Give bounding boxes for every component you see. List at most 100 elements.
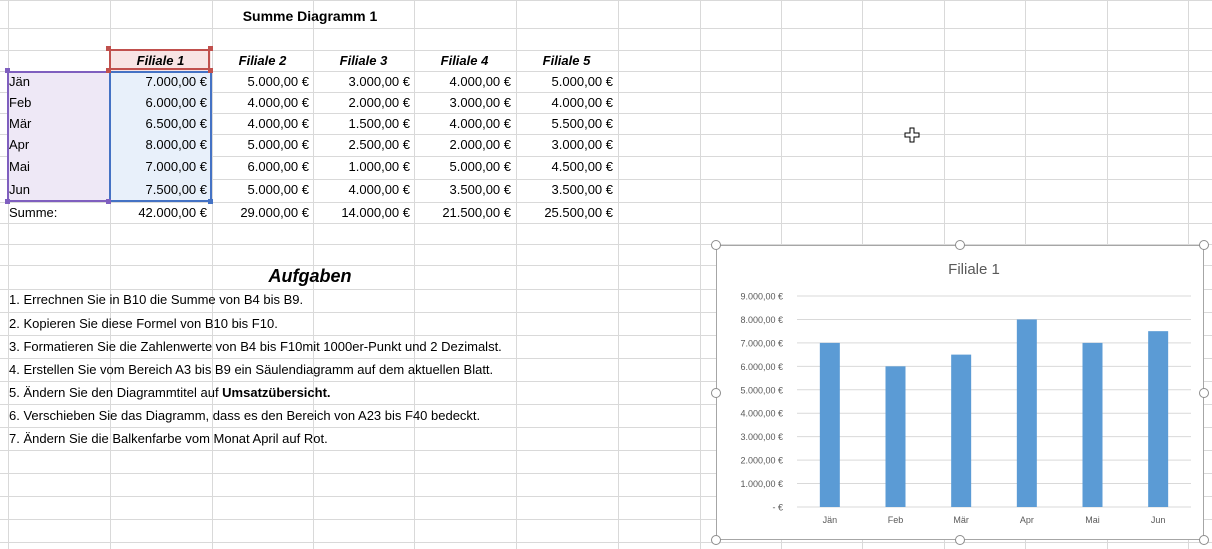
value-cell[interactable]: 2.000,00 € <box>414 135 515 155</box>
sum-value-cell[interactable]: 29.000,00 € <box>212 203 313 223</box>
grid-col-line <box>618 0 619 549</box>
grid-row-line <box>0 28 1212 29</box>
value-cell[interactable]: 3.500,00 € <box>414 180 515 200</box>
value-cell[interactable]: 1.500,00 € <box>313 114 414 134</box>
y-tick-label: 9.000,00 € <box>740 292 783 302</box>
value-cell[interactable]: 6.000,00 € <box>212 157 313 177</box>
cross-move-cursor-icon <box>904 127 920 143</box>
task-item[interactable]: 2. Kopieren Sie diese Formel von B10 bis… <box>9 314 278 334</box>
chart-resize-handle[interactable] <box>1199 388 1209 398</box>
x-tick-label: Feb <box>888 515 904 525</box>
selection-handle[interactable] <box>208 68 213 73</box>
chart-resize-handle[interactable] <box>711 388 721 398</box>
selection-handle[interactable] <box>106 68 111 73</box>
x-tick-label: Apr <box>1020 515 1034 525</box>
grid-col-line <box>700 0 701 549</box>
value-cell[interactable]: 4.000,00 € <box>313 180 414 200</box>
selection-header-border[interactable] <box>109 49 210 70</box>
column-header-cell[interactable]: Filiale 4 <box>414 51 515 71</box>
value-cell[interactable]: 4.000,00 € <box>414 72 515 92</box>
column-header-cell[interactable]: Filiale 5 <box>516 51 617 71</box>
chart-bar[interactable] <box>1082 342 1103 507</box>
chart-bar[interactable] <box>951 354 972 507</box>
selection-handle[interactable] <box>5 68 10 73</box>
chart-bar[interactable] <box>819 342 840 507</box>
y-tick-label: - € <box>772 503 783 513</box>
chart-resize-handle[interactable] <box>955 240 965 250</box>
chart-resize-handle[interactable] <box>711 240 721 250</box>
value-cell[interactable]: 3.000,00 € <box>516 135 617 155</box>
y-tick-label: 5.000,00 € <box>740 385 783 395</box>
task-item[interactable]: 1. Errechnen Sie in B10 die Summe von B4… <box>9 290 303 310</box>
task-item[interactable]: 3. Formatieren Sie die Zahlenwerte von B… <box>9 337 502 357</box>
selection-handle[interactable] <box>5 199 10 204</box>
task-text: 1. Errechnen Sie in B10 die Summe von B4… <box>9 292 304 307</box>
sum-value-cell[interactable]: 21.500,00 € <box>414 203 515 223</box>
value-cell[interactable]: 5.000,00 € <box>516 72 617 92</box>
chart-resize-handle[interactable] <box>711 535 721 545</box>
value-cell[interactable]: 4.000,00 € <box>212 114 313 134</box>
task-text: 6. Verschieben Sie das Diagramm, dass es… <box>9 408 481 423</box>
value-cell[interactable]: 4.000,00 € <box>516 93 617 113</box>
sheet-title: Summe Diagramm 1 <box>242 8 378 24</box>
task-text: 4. Erstellen Sie vom Bereich A3 bis B9 e… <box>9 362 494 377</box>
value-cell[interactable]: 2.500,00 € <box>313 135 414 155</box>
task-bold-text: Umsatzübersicht. <box>222 385 331 400</box>
tasks-title: Aufgaben <box>268 266 352 286</box>
task-text: 2. Kopieren Sie diese Formel von B10 bis… <box>9 316 278 331</box>
grid-row-line <box>0 223 1212 224</box>
selection-handle[interactable] <box>208 199 213 204</box>
sum-value-cell[interactable]: 42.000,00 € <box>110 203 211 223</box>
value-cell[interactable]: 5.000,00 € <box>212 72 313 92</box>
value-cell[interactable]: 5.000,00 € <box>212 135 313 155</box>
chart-resize-handle[interactable] <box>955 535 965 545</box>
sum-value-cell[interactable]: 25.500,00 € <box>516 203 617 223</box>
y-tick-label: 2.000,00 € <box>740 456 783 466</box>
value-cell[interactable]: 3.500,00 € <box>516 180 617 200</box>
chart-resize-handle[interactable] <box>1199 535 1209 545</box>
selection-values-border[interactable] <box>109 71 212 202</box>
value-cell[interactable]: 5.000,00 € <box>414 157 515 177</box>
value-cell[interactable]: 4.000,00 € <box>414 114 515 134</box>
y-tick-label: 6.000,00 € <box>740 362 783 372</box>
y-tick-label: 4.000,00 € <box>740 409 783 419</box>
chart-canvas: Filiale 1 - € 1.000,00 € 2.000,00 € 3.000,00… <box>740 261 1191 525</box>
value-cell[interactable]: 4.500,00 € <box>516 157 617 177</box>
y-tick-label: 7.000,00 € <box>740 338 783 348</box>
task-item[interactable]: 6. Verschieben Sie das Diagramm, dass es… <box>9 406 480 426</box>
value-cell[interactable]: 1.000,00 € <box>313 157 414 177</box>
value-cell[interactable]: 2.000,00 € <box>313 93 414 113</box>
selection-handle[interactable] <box>106 199 111 204</box>
value-cell[interactable]: 3.000,00 € <box>313 72 414 92</box>
y-tick-label: 8.000,00 € <box>740 315 783 325</box>
task-text: 7. Ändern Sie die Balkenfarbe vom Monat … <box>9 431 328 446</box>
grid-row-line <box>0 542 1212 543</box>
sum-value-cell[interactable]: 14.000,00 € <box>313 203 414 223</box>
value-cell[interactable]: 3.000,00 € <box>414 93 515 113</box>
chart-resize-handle[interactable] <box>1199 240 1209 250</box>
selection-labels-border[interactable] <box>7 71 111 202</box>
value-cell[interactable]: 4.000,00 € <box>212 93 313 113</box>
chart-bar[interactable] <box>885 366 906 507</box>
task-item[interactable]: 7. Ändern Sie die Balkenfarbe vom Monat … <box>9 429 328 449</box>
selection-handle[interactable] <box>106 46 111 51</box>
task-item[interactable]: 4. Erstellen Sie vom Bereich A3 bis B9 e… <box>9 360 493 380</box>
chart-title: Filiale 1 <box>948 261 1000 278</box>
y-tick-label: 1.000,00 € <box>740 479 783 489</box>
y-tick-label: 3.000,00 € <box>740 432 783 442</box>
x-tick-label: Jän <box>823 515 838 525</box>
selection-handle[interactable] <box>208 46 213 51</box>
column-header-cell[interactable]: Filiale 2 <box>212 51 313 71</box>
task-text: 3. Formatieren Sie die Zahlenwerte von B… <box>9 339 502 354</box>
x-tick-label: Jun <box>1151 515 1166 525</box>
x-tick-label: Mai <box>1085 515 1100 525</box>
x-tick-label: Mär <box>953 515 969 525</box>
sum-label-cell[interactable]: Summe: <box>9 203 109 223</box>
chart-bar[interactable] <box>1016 319 1037 507</box>
value-cell[interactable]: 5.000,00 € <box>212 180 313 200</box>
chart-bar[interactable] <box>1148 331 1169 507</box>
column-header-cell[interactable]: Filiale 3 <box>313 51 414 71</box>
task-item[interactable]: 5. Ändern Sie den Diagrammtitel auf Umsa… <box>9 383 331 403</box>
value-cell[interactable]: 5.500,00 € <box>516 114 617 134</box>
column-chart[interactable]: Filiale 1 - € 1.000,00 € 2.000,00 € 3.000,00… <box>716 245 1204 540</box>
